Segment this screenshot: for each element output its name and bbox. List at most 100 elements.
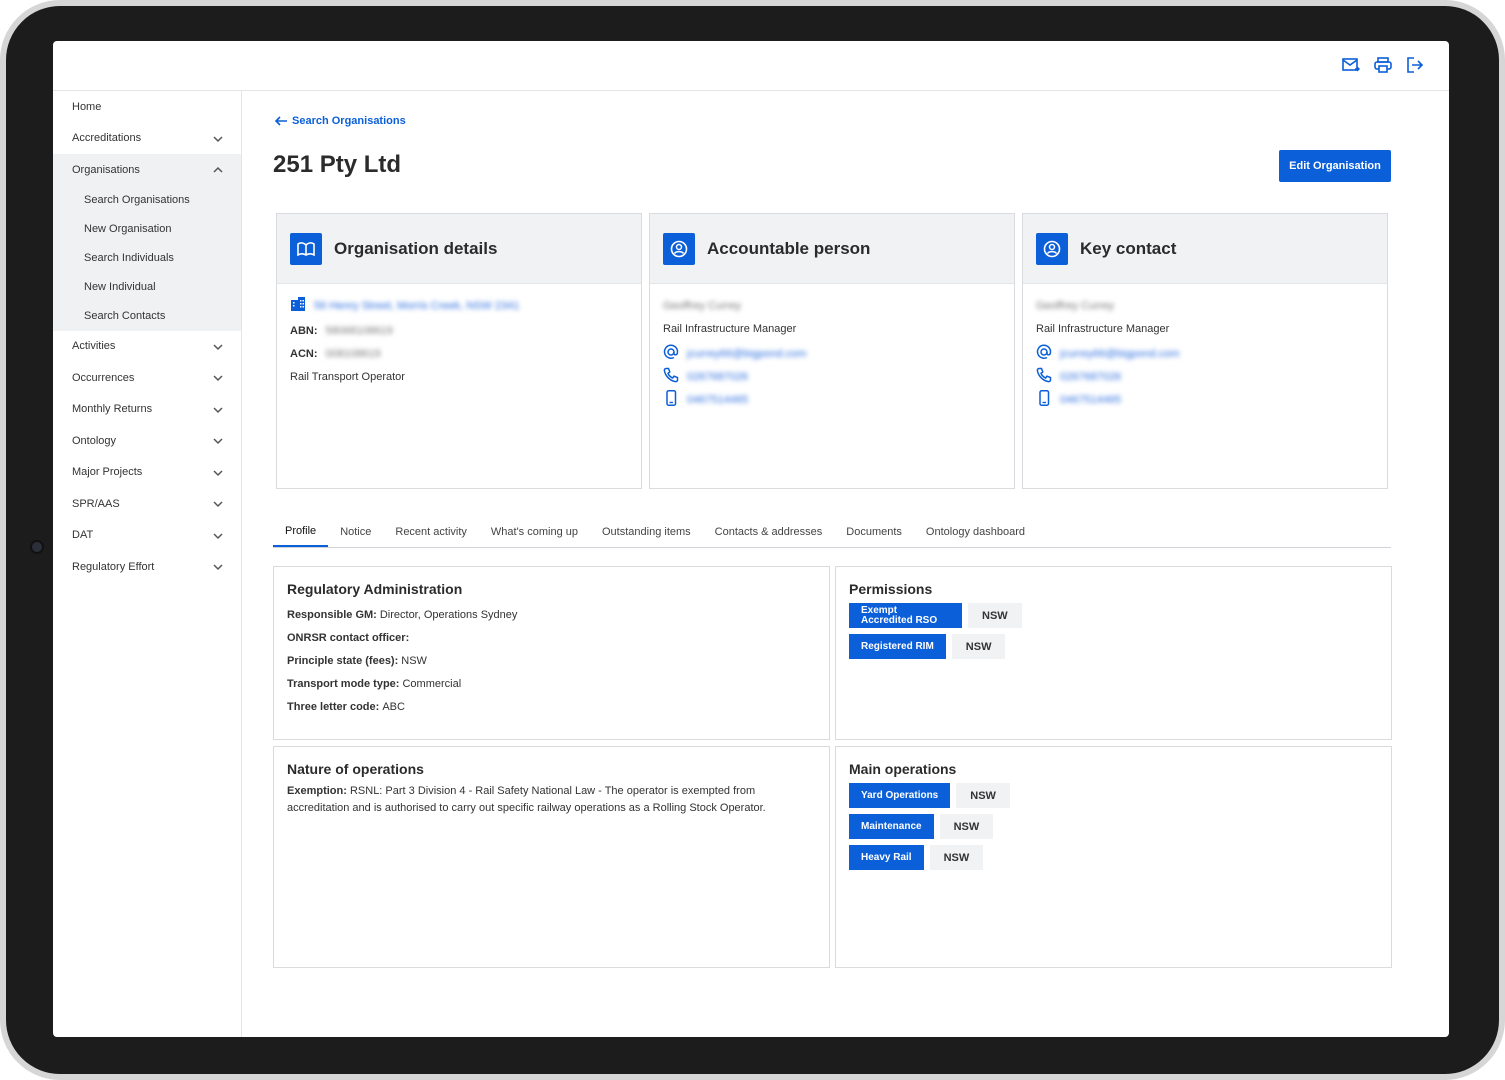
sidebar-item-label: Regulatory Effort [72,560,155,573]
sidebar-item-label: Home [72,100,102,113]
main-operations-panel: Main operations Yard Operations NSW Mainte… [835,746,1392,968]
chevron-down-icon[interactable] [212,530,224,542]
nature-of-operations-panel: Nature of operations Exemption: RSNL: Pa… [273,746,830,968]
card-header: Organisation details [277,214,641,284]
at-sign-icon [663,344,679,363]
field-row: Principle state (fees): NSW [287,649,816,672]
logout-icon[interactable] [1405,55,1425,75]
card-header: Accountable person [650,214,1014,284]
exemption-description: RSNL: Part 3 Division 4 - Rail Safety Na… [287,785,766,814]
chevron-down-icon[interactable] [212,467,224,479]
app-screen: Home Accreditations Organisations Search Or… [53,41,1449,1037]
state-badge: NSW [968,603,1022,628]
sidebar-item-monthly-returns[interactable]: Monthly Returns [53,394,241,426]
panel-title: Permissions [849,581,933,597]
state-badge: NSW [956,783,1010,808]
sidebar-subitem-search-organisations[interactable]: Search Organisations [53,186,241,215]
exemption-text: Exemption: RSNL: Part 3 Division 4 - Rai… [287,783,816,817]
book-icon [290,232,322,265]
chevron-down-icon[interactable] [212,435,224,447]
sidebar-item-spr-aas[interactable]: SPR/AAS [53,488,241,520]
mobile-link[interactable]: 0467514465 [1060,394,1121,406]
sidebar-item-label: Monthly Returns [72,403,153,416]
operation-chip[interactable]: Yard Operations [849,783,951,808]
chevron-down-icon[interactable] [212,372,224,384]
tab-what-s-coming-up[interactable]: What's coming up [479,517,590,547]
tab-ontology-dashboard[interactable]: Ontology dashboard [914,517,1037,547]
operation-chip[interactable]: Exempt Accredited RSO [849,603,962,628]
sidebar-subitem-new-individual[interactable]: New Individual [53,273,241,302]
exemption-label: Exemption: [287,785,347,797]
edit-organisation-button[interactable]: Edit Organisation [1279,150,1391,182]
panel-title: Regulatory Administration [287,581,463,597]
back-to-search-link[interactable]: Search Organisations [275,115,406,127]
sidebar-item-label: Organisations [72,163,140,176]
chevron-down-icon[interactable] [212,133,224,145]
tab-contacts-addresses[interactable]: Contacts & addresses [703,517,835,547]
sidebar-item-ontology[interactable]: Ontology [53,425,241,457]
field-label: Principle state (fees): [287,654,399,667]
chevron-down-icon[interactable] [212,561,224,573]
back-link-label: Search Organisations [292,115,406,127]
sidebar-subitem-search-contacts[interactable]: Search Contacts [53,302,241,331]
sidebar-item-occurrences[interactable]: Occurrences [53,362,241,394]
sidebar-subitem-new-organisation[interactable]: New Organisation [53,215,241,244]
tab-documents[interactable]: Documents [834,517,914,547]
email-link[interactable]: jcurrey66@bigpond.com [1060,348,1179,360]
field-label: ONRSR contact officer: [287,631,410,644]
mail-icon[interactable] [1341,55,1361,75]
organisation-type: Rail Transport Operator [290,370,405,383]
sidebar-item-dat[interactable]: DAT [53,520,241,552]
sidebar-subitem-search-individuals[interactable]: Search Individuals [53,244,241,273]
top-actions [1341,55,1425,75]
tab-profile[interactable]: Profile [273,517,329,547]
chevron-down-icon[interactable] [212,498,224,510]
sidebar-subitem-label: New Individual [84,281,156,293]
sidebar-item-label: Accreditations [72,132,142,145]
card-header: Key contact [1023,214,1387,284]
card-title: Key contact [1080,238,1177,258]
sidebar-item-label: DAT [72,529,94,542]
chevron-down-icon[interactable] [212,404,224,416]
tab-notice[interactable]: Notice [328,517,383,547]
sidebar-item-organisations[interactable]: Organisations [53,154,241,186]
operation-chip[interactable]: Registered RIM [849,634,946,659]
chevron-up-icon[interactable] [212,164,224,176]
phone-link[interactable]: 0267687026 [1060,371,1121,383]
operation-chip[interactable]: Heavy Rail [849,845,924,870]
sidebar-item-home[interactable]: Home [53,91,241,123]
sidebar-item-major-projects[interactable]: Major Projects [53,457,241,489]
contact-role: Rail Infrastructure Manager [663,322,797,335]
address-link[interactable]: 56 Henry Street, Morris Creek, NSW 2341 [314,300,519,312]
tab-outstanding-items[interactable]: Outstanding items [590,517,703,547]
sidebar-item-label: Activities [72,340,116,353]
mobile-icon [663,390,679,409]
operation-row: Heavy Rail NSW [849,845,1378,870]
key-contact-card: Key contact Geoffrey Currey Rail Infrast… [1022,213,1388,489]
email-link[interactable]: jcurrey66@bigpond.com [687,348,806,360]
sidebar-subitem-label: Search Organisations [84,194,190,206]
sidebar-item-regulatory-effort[interactable]: Regulatory Effort [53,551,241,583]
profile-tabs: Profile Notice Recent activity What's comin… [273,517,1391,548]
card-title: Organisation details [334,238,498,258]
chevron-down-icon[interactable] [212,341,224,353]
phone-link[interactable]: 0267687026 [687,371,748,383]
sidebar-subitem-label: Search Contacts [84,310,166,322]
mobile-icon [1036,390,1052,409]
panel-title: Nature of operations [287,761,424,777]
organisation-details-card: Organisation details 56 Henry Street, Mo… [276,213,642,489]
operation-chip[interactable]: Maintenance [849,814,934,839]
acn-value: 008108619 [325,347,381,360]
panel-title: Main operations [849,761,957,777]
state-badge: NSW [939,814,994,839]
phone-icon [1036,367,1052,386]
tab-recent-activity[interactable]: Recent activity [383,517,479,547]
operation-row: Yard Operations NSW [849,783,1378,808]
print-icon[interactable] [1373,55,1393,75]
sidebar-item-accreditations[interactable]: Accreditations [53,123,241,155]
sidebar-item-activities[interactable]: Activities [53,331,241,363]
abn-value: 58068108619 [325,324,393,337]
mobile-link[interactable]: 0467514465 [687,394,748,406]
field-value: ABC [382,700,405,713]
field-label: Responsible GM: [287,608,377,621]
